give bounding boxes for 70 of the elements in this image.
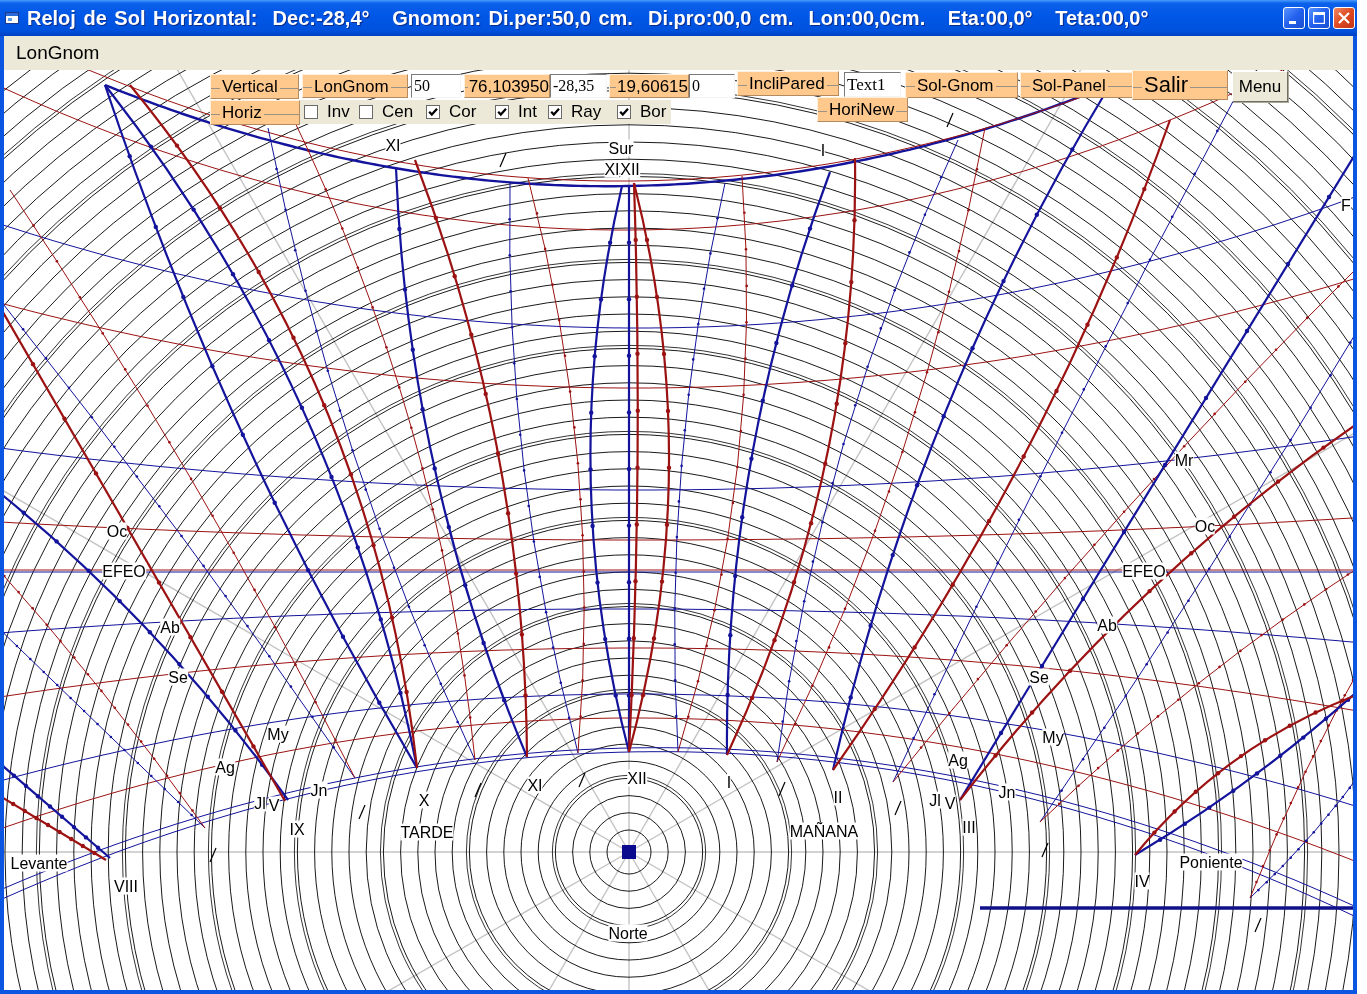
- minimize-icon: [1289, 21, 1296, 24]
- close-icon: [1338, 12, 1350, 24]
- hour-label: XII: [620, 160, 640, 178]
- toolbar-button[interactable]: Salir: [1132, 70, 1228, 100]
- hour-label: X: [418, 791, 430, 809]
- hour-label: II: [833, 788, 843, 806]
- hour-label: V: [268, 796, 280, 814]
- period-label: TARDE: [400, 823, 454, 841]
- hour-label: VIII: [114, 877, 138, 895]
- app-icon: [5, 11, 19, 25]
- checkbox[interactable]: Int: [495, 102, 548, 122]
- month-label: Oc: [106, 522, 128, 540]
- direction-label: Norte: [608, 924, 648, 942]
- value-readout: 76,103950: [464, 74, 550, 98]
- month-label: My: [1042, 728, 1064, 746]
- window-title: Reloj de Sol Horizontal: Dec:-28,4° Gnomon: Di.per:50,0 cm. Di.pro:00,0 cm. Lon:00,0cm. Eta:00,0° Teta:00,0°: [27, 6, 1150, 30]
- maximize-icon: [1313, 12, 1325, 24]
- close-button[interactable]: [1333, 7, 1355, 29]
- toolbar-button[interactable]: HoriNew: [817, 97, 908, 122]
- month-label: F: [1341, 196, 1351, 214]
- month-label: Ag: [948, 751, 968, 769]
- hour-label: XII: [627, 769, 647, 787]
- month-label: Jl: [254, 794, 266, 812]
- hour-label: V: [944, 794, 956, 812]
- hour-label: IX: [289, 820, 305, 838]
- toolbar-button[interactable]: Horiz: [210, 100, 300, 125]
- menu-item[interactable]: LonGnom: [16, 42, 100, 64]
- hour-label: XI: [527, 776, 543, 794]
- text-field[interactable]: 50: [411, 74, 461, 98]
- square-marker-icon: [622, 845, 636, 859]
- month-label: Ab: [160, 618, 180, 636]
- hour-label: IV: [1134, 872, 1150, 890]
- minimize-button[interactable]: [1283, 7, 1305, 29]
- checkbox[interactable]: Cor: [426, 102, 495, 122]
- month-label: My: [267, 725, 289, 743]
- period-label: MAÑANA: [789, 822, 859, 840]
- month-label: Ag: [215, 758, 235, 776]
- month-label: Se: [168, 668, 188, 686]
- toolbar-button[interactable]: LonGnom: [302, 74, 408, 98]
- month-label: Ab: [1097, 616, 1117, 634]
- toolbar-button[interactable]: IncliPared: [737, 71, 839, 96]
- month-label: Jn: [998, 783, 1016, 801]
- direction-label: Sur: [608, 139, 634, 157]
- month-label: EFEO: [102, 562, 146, 580]
- menu-button[interactable]: Menu: [1232, 71, 1288, 102]
- toolbar-button[interactable]: Sol-Gnom: [905, 72, 1018, 98]
- checkbox[interactable]: Cen: [359, 102, 426, 122]
- checkbox[interactable]: Bor: [617, 102, 671, 122]
- direction-label: Levante: [10, 854, 68, 872]
- checkbox[interactable]: Inv: [304, 102, 359, 122]
- hour-label: XI: [604, 160, 620, 178]
- month-label: Jl: [929, 791, 941, 809]
- month-label: EFEO: [1122, 562, 1166, 580]
- month-label: Jn: [310, 781, 328, 799]
- month-label: Oc: [1194, 517, 1216, 535]
- toolbar-button[interactable]: Sol-Panel: [1020, 72, 1133, 98]
- hour-label: I: [820, 141, 826, 159]
- checkbox[interactable]: Ray: [548, 102, 617, 122]
- hour-label: III: [962, 818, 976, 836]
- hour-label: XI: [385, 136, 401, 154]
- hour-label: I: [726, 773, 732, 791]
- text-field[interactable]: Text1: [844, 72, 901, 97]
- text-field[interactable]: -28,35: [550, 74, 607, 98]
- maximize-button[interactable]: [1308, 7, 1330, 29]
- text-field[interactable]: 0: [689, 74, 735, 98]
- value-readout: 19,60615: [609, 74, 689, 98]
- toolbar-button[interactable]: Vertical: [210, 74, 299, 99]
- direction-label: Poniente: [1179, 853, 1243, 871]
- month-label: Mr: [1174, 451, 1194, 469]
- month-label: Se: [1029, 668, 1049, 686]
